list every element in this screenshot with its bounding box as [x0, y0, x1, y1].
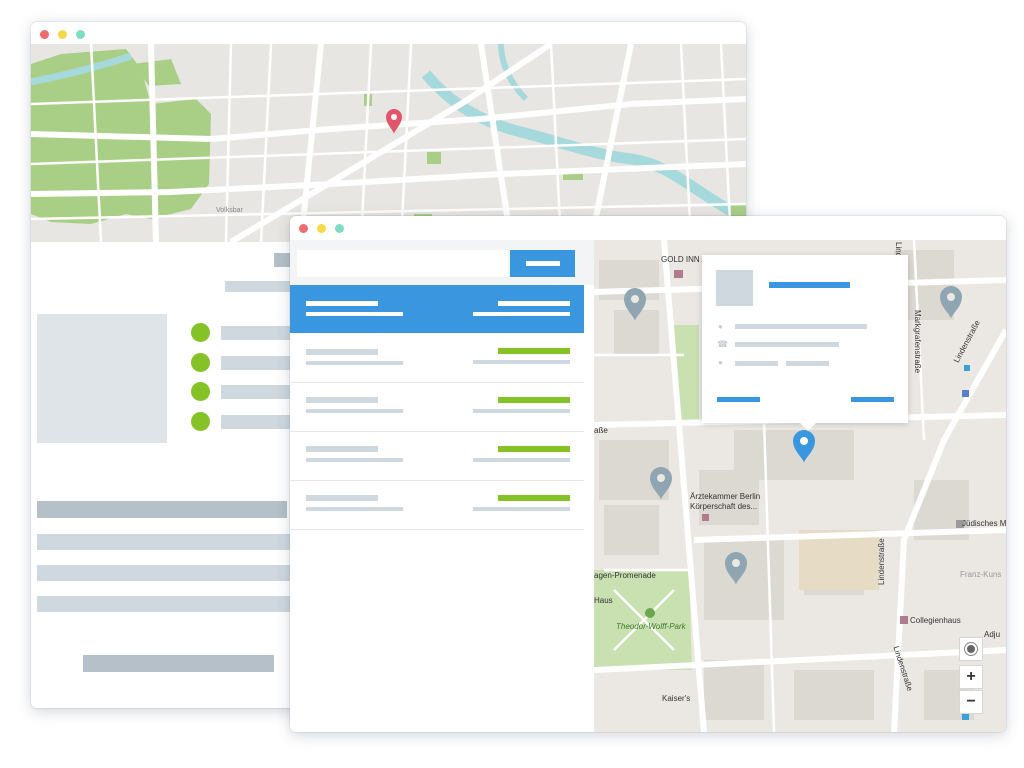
address-line — [735, 324, 867, 329]
bullet-icon — [191, 353, 210, 372]
directions-link[interactable] — [717, 397, 760, 402]
back-text-line — [37, 596, 290, 612]
item-distance-line — [498, 446, 570, 452]
map-label-franz: Franz-Kuns — [960, 570, 1002, 579]
front-window-titlebar — [290, 216, 1006, 240]
hours-line — [735, 361, 778, 366]
maximize-window-icon[interactable] — [335, 224, 344, 233]
maximize-window-icon[interactable] — [76, 30, 85, 39]
back-image-placeholder — [37, 314, 167, 443]
back-text-heading — [37, 501, 287, 518]
item-meta-line — [473, 507, 570, 511]
back-text-line — [37, 565, 290, 581]
hours-line — [786, 361, 829, 366]
back-map-graphic: Volksbar — [31, 41, 746, 245]
location-list-item-active[interactable] — [290, 285, 584, 333]
phone-line — [735, 342, 839, 347]
item-distance-line — [498, 397, 570, 403]
map-label-kaisers: Kaiser's — [662, 694, 691, 703]
map-label-lindenstrasse: Lindenstraße — [877, 538, 886, 585]
minimize-window-icon[interactable] — [317, 224, 326, 233]
location-info-popup: ● ☎ ● — [702, 255, 908, 431]
item-meta-line — [473, 458, 570, 462]
map-label-collegienhaus: Collegienhaus — [910, 616, 961, 625]
item-address-line — [306, 507, 403, 511]
hours-icon: ● — [718, 358, 723, 367]
details-link[interactable] — [851, 397, 894, 402]
back-subheading-block — [225, 281, 290, 292]
zoom-out-button[interactable]: − — [959, 690, 983, 714]
back-map-street-label: Volksbar — [216, 207, 244, 214]
item-address-line — [306, 409, 403, 413]
back-text-line — [37, 534, 290, 550]
location-list-item[interactable] — [290, 384, 584, 432]
item-meta-line — [498, 301, 570, 306]
bullet-icon — [191, 382, 210, 401]
bullet-icon — [191, 323, 210, 342]
phone-icon: ☎ — [717, 339, 729, 349]
map-label-adjunct: Adju — [984, 630, 1001, 639]
location-list-item[interactable] — [290, 335, 584, 383]
map-label-haus: Haus — [594, 596, 613, 605]
search-bar — [290, 240, 594, 285]
bullet-icon — [191, 412, 210, 431]
location-pin-icon: ● — [718, 322, 723, 331]
item-address-line — [306, 361, 403, 365]
back-list-line — [221, 326, 290, 340]
item-title-line — [306, 446, 378, 452]
search-button-label-placeholder — [526, 261, 560, 266]
item-title-line — [306, 495, 378, 501]
back-button-placeholder[interactable] — [83, 655, 274, 672]
crosshair-icon — [967, 645, 975, 653]
map-label-aerztekammer-sub: Körperschaft des... — [690, 502, 758, 511]
map-label-aerztekammer: Ärztekammer Berlin — [690, 492, 761, 501]
back-list-line — [221, 385, 290, 399]
search-input[interactable] — [297, 250, 508, 277]
item-title-line — [306, 349, 378, 355]
item-meta-line — [473, 360, 570, 364]
item-address-line — [306, 312, 403, 316]
back-window-titlebar — [31, 22, 746, 44]
front-window: GOLD INN A aße Ärztekammer Berlin Körper… — [290, 216, 1006, 732]
search-button[interactable] — [510, 250, 575, 277]
location-thumbnail — [716, 270, 753, 306]
back-list-line — [221, 356, 290, 370]
close-window-icon[interactable] — [299, 224, 308, 233]
minimize-window-icon[interactable] — [58, 30, 67, 39]
close-window-icon[interactable] — [40, 30, 49, 39]
map-label-park: Theodor-Wolff-Park — [616, 622, 686, 631]
item-meta-line — [473, 312, 570, 316]
location-list-item[interactable] — [290, 433, 584, 481]
item-distance-line — [498, 348, 570, 354]
map-label-hotel: GOLD INN A — [661, 255, 707, 264]
item-title-line — [306, 397, 378, 403]
zoom-in-button[interactable]: + — [959, 665, 983, 689]
item-title-line — [306, 301, 378, 306]
map-label-markgrafenstrasse: Markgrafenstraße — [913, 310, 922, 374]
location-list-item[interactable] — [290, 482, 584, 530]
location-sidebar — [290, 240, 594, 732]
back-list-line — [221, 415, 290, 429]
locate-me-button[interactable] — [959, 637, 983, 661]
map-label-juedisches: Jüdisches M — [962, 519, 1006, 528]
item-meta-line — [473, 409, 570, 413]
map-label-promenade: agen-Promenade — [594, 571, 656, 580]
item-address-line — [306, 458, 403, 462]
store-locator-map[interactable]: GOLD INN A aße Ärztekammer Berlin Körper… — [594, 240, 1006, 732]
back-map[interactable]: Volksbar — [31, 41, 746, 245]
item-distance-line — [498, 495, 570, 501]
map-label-street: aße — [594, 426, 608, 435]
location-title-placeholder — [769, 282, 850, 288]
